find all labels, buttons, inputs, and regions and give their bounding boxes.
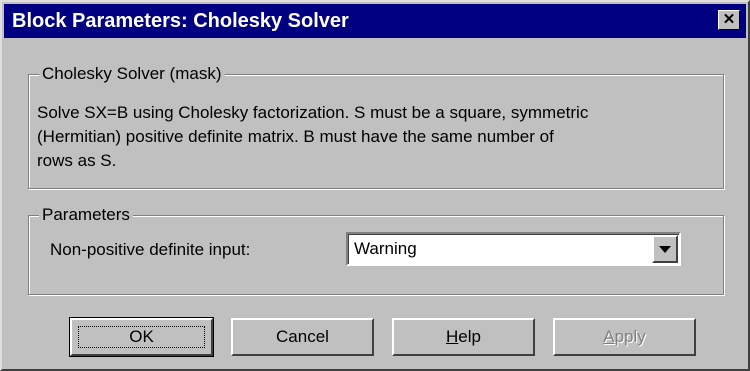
description-line: Solve SX=B using Cholesky factorization.…: [37, 103, 589, 122]
cancel-button[interactable]: Cancel: [231, 318, 374, 356]
description-line: (Hermitian) positive definite matrix. B …: [37, 127, 554, 146]
title-bar[interactable]: Block Parameters: Cholesky Solver ✕: [4, 4, 746, 38]
description-line: rows as S.: [37, 151, 117, 170]
window-title: Block Parameters: Cholesky Solver: [12, 10, 349, 32]
mask-group: Cholesky Solver (mask) Solve SX=B using …: [28, 63, 724, 189]
non-positive-definite-label: Non-positive definite input:: [50, 240, 251, 259]
close-button[interactable]: ✕: [718, 10, 740, 30]
non-positive-definite-select[interactable]: Warning: [346, 232, 681, 266]
apply-button: Apply: [553, 318, 696, 356]
mask-group-legend: Cholesky Solver (mask): [39, 63, 225, 85]
ok-button-label: OK: [129, 327, 154, 346]
help-button-label: Help: [446, 327, 481, 346]
chevron-down-icon[interactable]: [652, 235, 678, 263]
dialog-window: Block Parameters: Cholesky Solver ✕ Chol…: [0, 0, 750, 371]
apply-label-rest: pply: [614, 327, 646, 346]
apply-button-label: Apply: [603, 327, 646, 346]
block-description: Solve SX=B using Cholesky factorization.…: [37, 101, 717, 173]
help-button[interactable]: Help: [392, 318, 535, 356]
apply-mnemonic: A: [603, 327, 615, 346]
cancel-button-label: Cancel: [276, 327, 329, 346]
help-label-rest: elp: [458, 327, 481, 346]
parameters-group-legend: Parameters: [39, 204, 133, 226]
close-icon: ✕: [722, 11, 736, 28]
ok-button[interactable]: OK: [69, 317, 214, 357]
help-mnemonic: H: [446, 327, 459, 346]
select-value: Warning: [354, 239, 417, 258]
